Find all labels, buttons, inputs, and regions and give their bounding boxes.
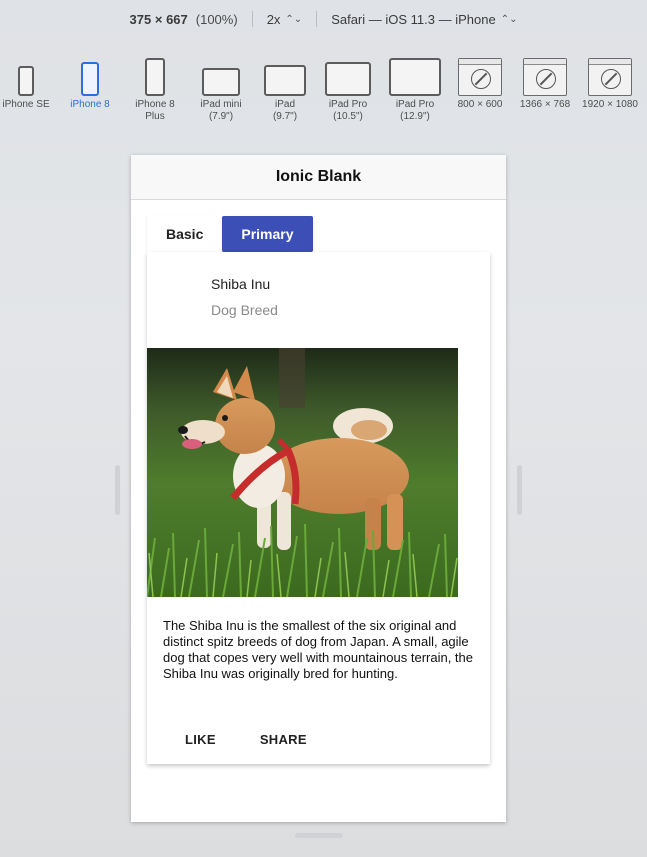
scale-select[interactable]: 2x ⌃⌄ (267, 12, 303, 27)
viewport-dimensions: 375 × 667 (130, 12, 188, 27)
phone-icon (81, 62, 99, 96)
app-header: Ionic Blank (131, 155, 506, 200)
scale-value: 2x (266, 11, 281, 27)
user-agent-select[interactable]: Safari — iOS 11.3 — iPhone ⌃⌄ (331, 12, 517, 27)
tablet-icon (202, 68, 240, 96)
device-label: iPhone 8 (70, 99, 110, 110)
device-800x600[interactable]: 800 × 600 (448, 50, 512, 111)
device-ipad[interactable]: iPad (9.7") (253, 50, 317, 123)
segment-control: Basic Primary (147, 216, 313, 252)
device-label: 1366 × 768 (519, 99, 571, 110)
tablet-icon (389, 58, 441, 96)
viewport-height: 667 (166, 11, 188, 27)
viewport-size[interactable]: 375 × 667 (100%) (130, 12, 238, 27)
chevron-updown-icon: ⌃⌄ (285, 13, 303, 25)
safari-window-icon (523, 58, 567, 96)
share-button[interactable]: SHARE (238, 728, 329, 751)
device-ipad-mini[interactable]: iPad mini (7.9") (189, 50, 253, 123)
device-label: iPad (9.7") (272, 99, 298, 122)
card-description: The Shiba Inu is the smallest of the six… (163, 618, 474, 681)
device-ipad-pro-12[interactable]: iPad Pro (12.9") (383, 50, 447, 123)
card-actions: LIKE SHARE (163, 728, 329, 751)
device-1366x768[interactable]: 1366 × 768 (513, 50, 577, 111)
phone-icon (145, 58, 165, 96)
card-header: Shiba Inu Dog Breed (211, 276, 278, 318)
device-presets: iPhone SE iPhone 8 iPhone 8 Plus iPad mi… (0, 50, 647, 130)
segment-basic[interactable]: Basic (147, 216, 223, 252)
device-viewport: Ionic Blank Basic Primary Shiba Inu Dog … (131, 155, 506, 822)
resize-handle-right[interactable] (517, 465, 522, 515)
breed-card: Shiba Inu Dog Breed The Shiba Inu is the… (147, 252, 490, 764)
device-label: iPad mini (7.9") (200, 99, 242, 122)
device-ipad-pro-10[interactable]: iPad Pro (10.5") (316, 50, 380, 123)
viewport-width: 375 (129, 11, 152, 27)
divider (251, 11, 253, 27)
resize-handle-left[interactable] (115, 465, 120, 515)
chevron-updown-icon: ⌃⌄ (500, 13, 518, 25)
phone-icon (18, 66, 34, 96)
times-sign: × (154, 11, 163, 27)
device-label: iPad Pro (10.5") (328, 99, 368, 122)
device-iphone-8-plus[interactable]: iPhone 8 Plus (123, 50, 187, 123)
user-agent-value: Safari — iOS 11.3 — iPhone (331, 11, 496, 27)
like-button[interactable]: LIKE (163, 728, 238, 751)
device-label: iPad Pro (12.9") (395, 99, 435, 122)
tablet-icon (325, 62, 371, 96)
shiba-inu-image (147, 348, 458, 597)
segment-primary[interactable]: Primary (222, 216, 313, 252)
device-label: iPhone SE (2, 99, 50, 110)
resize-handle-bottom[interactable] (295, 833, 343, 838)
device-label: iPhone 8 Plus (135, 99, 175, 122)
tablet-icon (264, 65, 306, 96)
device-iphone-8[interactable]: iPhone 8 (58, 50, 122, 111)
safari-window-icon (588, 58, 632, 96)
zoom-percent: (100%) (195, 11, 238, 27)
card-subtitle: Dog Breed (211, 302, 278, 318)
device-1920x1080[interactable]: 1920 × 1080 (578, 50, 642, 111)
responsive-toolbar: 375 × 667 (100%) 2x ⌃⌄ Safari — iOS 11.3… (0, 0, 647, 38)
card-title: Shiba Inu (211, 276, 271, 292)
app-title: Ionic Blank (275, 168, 362, 185)
divider (316, 11, 318, 27)
safari-window-icon (458, 58, 502, 96)
device-iphone-se[interactable]: iPhone SE (0, 50, 58, 111)
dog-photo (147, 348, 458, 597)
device-label: 1920 × 1080 (582, 99, 638, 110)
device-label: 800 × 600 (457, 99, 503, 110)
